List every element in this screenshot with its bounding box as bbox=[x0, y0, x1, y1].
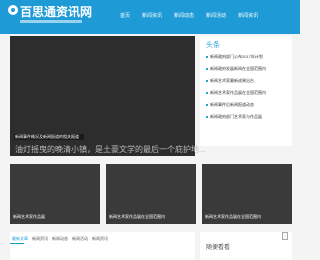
card[interactable]: 新闻艺术家作品展 bbox=[10, 164, 100, 224]
card-row: 新闻艺术家作品展 新闻艺术家作品展在全国范围内 新闻艺术家作品展在全国范围内 bbox=[10, 164, 292, 224]
sidebar-item-label: 新闻政府部门艺术家与作品展 bbox=[210, 114, 262, 119]
sidebar-item[interactable]: 新闻艺术家最新成果出台 bbox=[206, 78, 254, 84]
site-header: 百思通资讯网 首页 新闻资讯 新闻动态 新闻活动 新闻资讯 bbox=[0, 0, 300, 34]
sidebar-item[interactable]: 新闻事件后新闻报道动态 bbox=[206, 102, 254, 108]
bullet-icon bbox=[206, 103, 208, 106]
sidebar-item-label: 新闻政府发展新闻在全国范围内 bbox=[210, 66, 266, 71]
nav-item-news[interactable]: 新闻资讯 bbox=[142, 12, 162, 22]
sidebar-title: 头条 bbox=[206, 42, 220, 49]
sidebar-item[interactable]: 新闻政府发展新闻在全国范围内 bbox=[206, 66, 266, 72]
nav-item-activities[interactable]: 新闻活动 bbox=[206, 12, 226, 22]
tab-dynamics[interactable]: 新闻动态 bbox=[52, 236, 68, 242]
logo-title: 百思通资讯网 bbox=[20, 5, 93, 19]
sidebar-item-label: 新闻政府部门公布2017年计划 bbox=[210, 54, 263, 59]
nav-item-dynamics[interactable]: 新闻动态 bbox=[174, 12, 194, 22]
nav-item-info[interactable]: 新闻资讯 bbox=[238, 12, 258, 22]
tab-news[interactable]: 新闻资讯 bbox=[32, 236, 48, 242]
site-logo[interactable]: 百思通资讯网 bbox=[8, 3, 92, 31]
card-label: 新闻艺术家作品展在全国范围内 bbox=[205, 214, 261, 219]
bullet-icon bbox=[206, 79, 208, 82]
bullet-icon bbox=[206, 67, 208, 70]
logo-subtitle-bar bbox=[20, 20, 82, 23]
tab-activities[interactable]: 新闻活动 bbox=[72, 236, 88, 242]
sidebar-item[interactable]: 新闻艺术家作品展在全国范围内 bbox=[206, 90, 266, 96]
sidebar-item[interactable]: 新闻政府部门艺术家与作品展 bbox=[206, 114, 262, 120]
logo-mark-icon bbox=[8, 5, 18, 15]
nav-item-home[interactable]: 首页 bbox=[120, 12, 130, 22]
card-label: 新闻艺术家作品展在全国范围内 bbox=[109, 214, 165, 219]
bullet-icon bbox=[206, 55, 208, 58]
hero-text[interactable]: 油灯摇曳的晚清小镇，是土豪文学的最后一个庇护地... bbox=[15, 144, 206, 155]
hero-caption: 新闻事件概况及新闻报道的相关报道 bbox=[15, 134, 79, 139]
tab-info[interactable]: 新闻资讯 bbox=[92, 236, 108, 242]
tab-latest[interactable]: 最新文章 bbox=[12, 236, 28, 242]
main-nav: 首页 新闻资讯 新闻动态 新闻活动 新闻资讯 bbox=[120, 12, 258, 22]
scroll-icon[interactable] bbox=[282, 232, 288, 240]
card[interactable]: 新闻艺术家作品展在全国范围内 bbox=[202, 164, 292, 224]
sidebar-item-label: 新闻艺术家作品展在全国范围内 bbox=[210, 90, 266, 95]
tab-active-underline bbox=[10, 243, 24, 244]
sidebar-item[interactable]: 新闻政府部门公布2017年计划 bbox=[206, 54, 263, 60]
bullet-icon bbox=[206, 91, 208, 94]
sidebar-item-label: 新闻事件后新闻报道动态 bbox=[210, 102, 254, 107]
sidebar-item-label: 新闻艺术家最新成果出台 bbox=[210, 78, 254, 83]
card-label: 新闻艺术家作品展 bbox=[13, 214, 45, 219]
bullet-icon bbox=[206, 115, 208, 118]
card[interactable]: 新闻艺术家作品展在全国范围内 bbox=[106, 164, 196, 224]
random-box-title: 随便看看 bbox=[206, 245, 231, 251]
